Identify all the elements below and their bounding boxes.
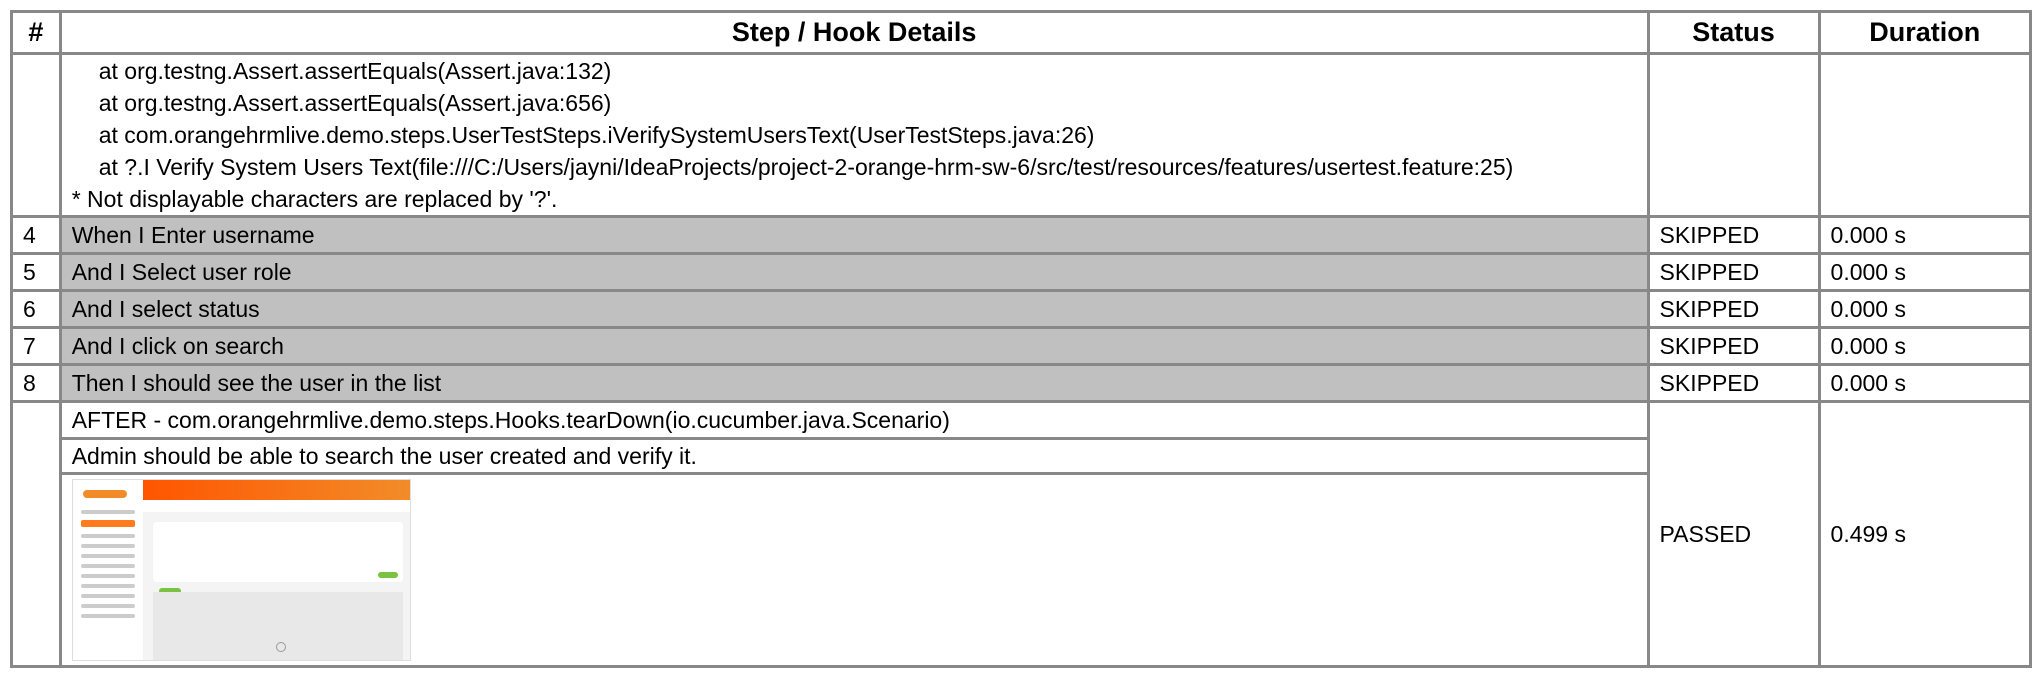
step-text: And I select status (58, 289, 1650, 329)
step-duration: 0.000 s (1817, 363, 2033, 403)
step-status: SKIPPED (1646, 215, 1821, 255)
steps-table: # Step / Hook Details Status Duration at… (10, 10, 2033, 668)
stacktrace-note: * Not displayable characters are replace… (71, 186, 558, 212)
step-num: 5 (10, 252, 62, 292)
thumb-spinner-icon (275, 642, 286, 652)
header-step: Step / Hook Details (58, 10, 1650, 55)
step-num: 8 (10, 363, 62, 403)
thumb-nav-item (80, 614, 135, 618)
thumb-nav-item (80, 594, 135, 598)
table-row: 5 And I Select user role SKIPPED 0.000 s (10, 252, 2033, 292)
step-text: When I Enter username (58, 215, 1650, 255)
error-stacktrace: at org.testng.Assert.assertEquals(Assert… (58, 52, 1650, 218)
step-num: 4 (10, 215, 62, 255)
step-status: SKIPPED (1646, 252, 1821, 292)
step-duration: 0.000 s (1817, 289, 2033, 329)
after-hook-duration: 0.499 s (1817, 400, 2033, 668)
table-row: 4 When I Enter username SKIPPED 0.000 s (10, 215, 2033, 255)
screenshot-cell (58, 472, 1650, 668)
scenario-name: Admin should be able to search the user … (58, 437, 1650, 475)
error-status-cell (1646, 52, 1821, 218)
thumb-nav-item (80, 574, 135, 578)
stacktrace-line: at org.testng.Assert.assertEquals(Assert… (98, 58, 612, 84)
header-duration: Duration (1817, 10, 2033, 55)
step-status: SKIPPED (1646, 326, 1821, 366)
step-status: SKIPPED (1646, 363, 1821, 403)
error-duration-cell (1817, 52, 2033, 218)
step-text: Then I should see the user in the list (58, 363, 1650, 403)
step-num: 7 (10, 326, 62, 366)
thumb-nav-item (80, 564, 135, 568)
thumb-nav-item (80, 544, 135, 548)
after-hook-text: AFTER - com.orangehrmlive.demo.steps.Hoo… (58, 400, 1650, 440)
thumb-sidebar (72, 480, 143, 660)
thumb-nav-item (80, 554, 135, 558)
thumb-nav-item (80, 584, 135, 588)
thumb-search-card (152, 522, 403, 582)
step-duration: 0.000 s (1817, 326, 2033, 366)
table-row: 8 Then I should see the user in the list… (10, 363, 2033, 403)
after-hook-status: PASSED (1646, 400, 1821, 668)
thumb-search-button (377, 572, 398, 578)
step-duration: 0.000 s (1817, 215, 2033, 255)
thumb-topbar (142, 480, 410, 500)
table-row: 7 And I click on search SKIPPED 0.000 s (10, 326, 2033, 366)
thumb-nav-item (80, 520, 135, 527)
step-text: And I Select user role (58, 252, 1650, 292)
header-status: Status (1646, 10, 1821, 55)
after-hook-num-cell (10, 400, 62, 668)
thumb-logo (82, 490, 127, 498)
table-row: 6 And I select status SKIPPED 0.000 s (10, 289, 2033, 329)
step-duration: 0.000 s (1817, 252, 2033, 292)
stacktrace-line: at org.testng.Assert.assertEquals(Assert… (98, 90, 612, 116)
thumb-subbar (142, 500, 410, 512)
step-num: 6 (10, 289, 62, 329)
stacktrace-line: at ?.I Verify System Users Text(file:///… (98, 154, 1514, 180)
header-num: # (10, 10, 62, 55)
table-header-row: # Step / Hook Details Status Duration (10, 10, 2033, 55)
after-hook-row: AFTER - com.orangehrmlive.demo.steps.Hoo… (10, 400, 2033, 668)
error-row: at org.testng.Assert.assertEquals(Assert… (10, 52, 2033, 218)
thumb-nav-item (80, 510, 135, 514)
thumb-nav-item (80, 604, 135, 608)
step-text: And I click on search (58, 326, 1650, 366)
thumb-nav-item (80, 534, 135, 538)
stacktrace-line: at com.orangehrmlive.demo.steps.UserTest… (98, 122, 1095, 148)
error-num-cell (10, 52, 62, 218)
screenshot-thumbnail[interactable] (71, 479, 411, 661)
step-status: SKIPPED (1646, 289, 1821, 329)
